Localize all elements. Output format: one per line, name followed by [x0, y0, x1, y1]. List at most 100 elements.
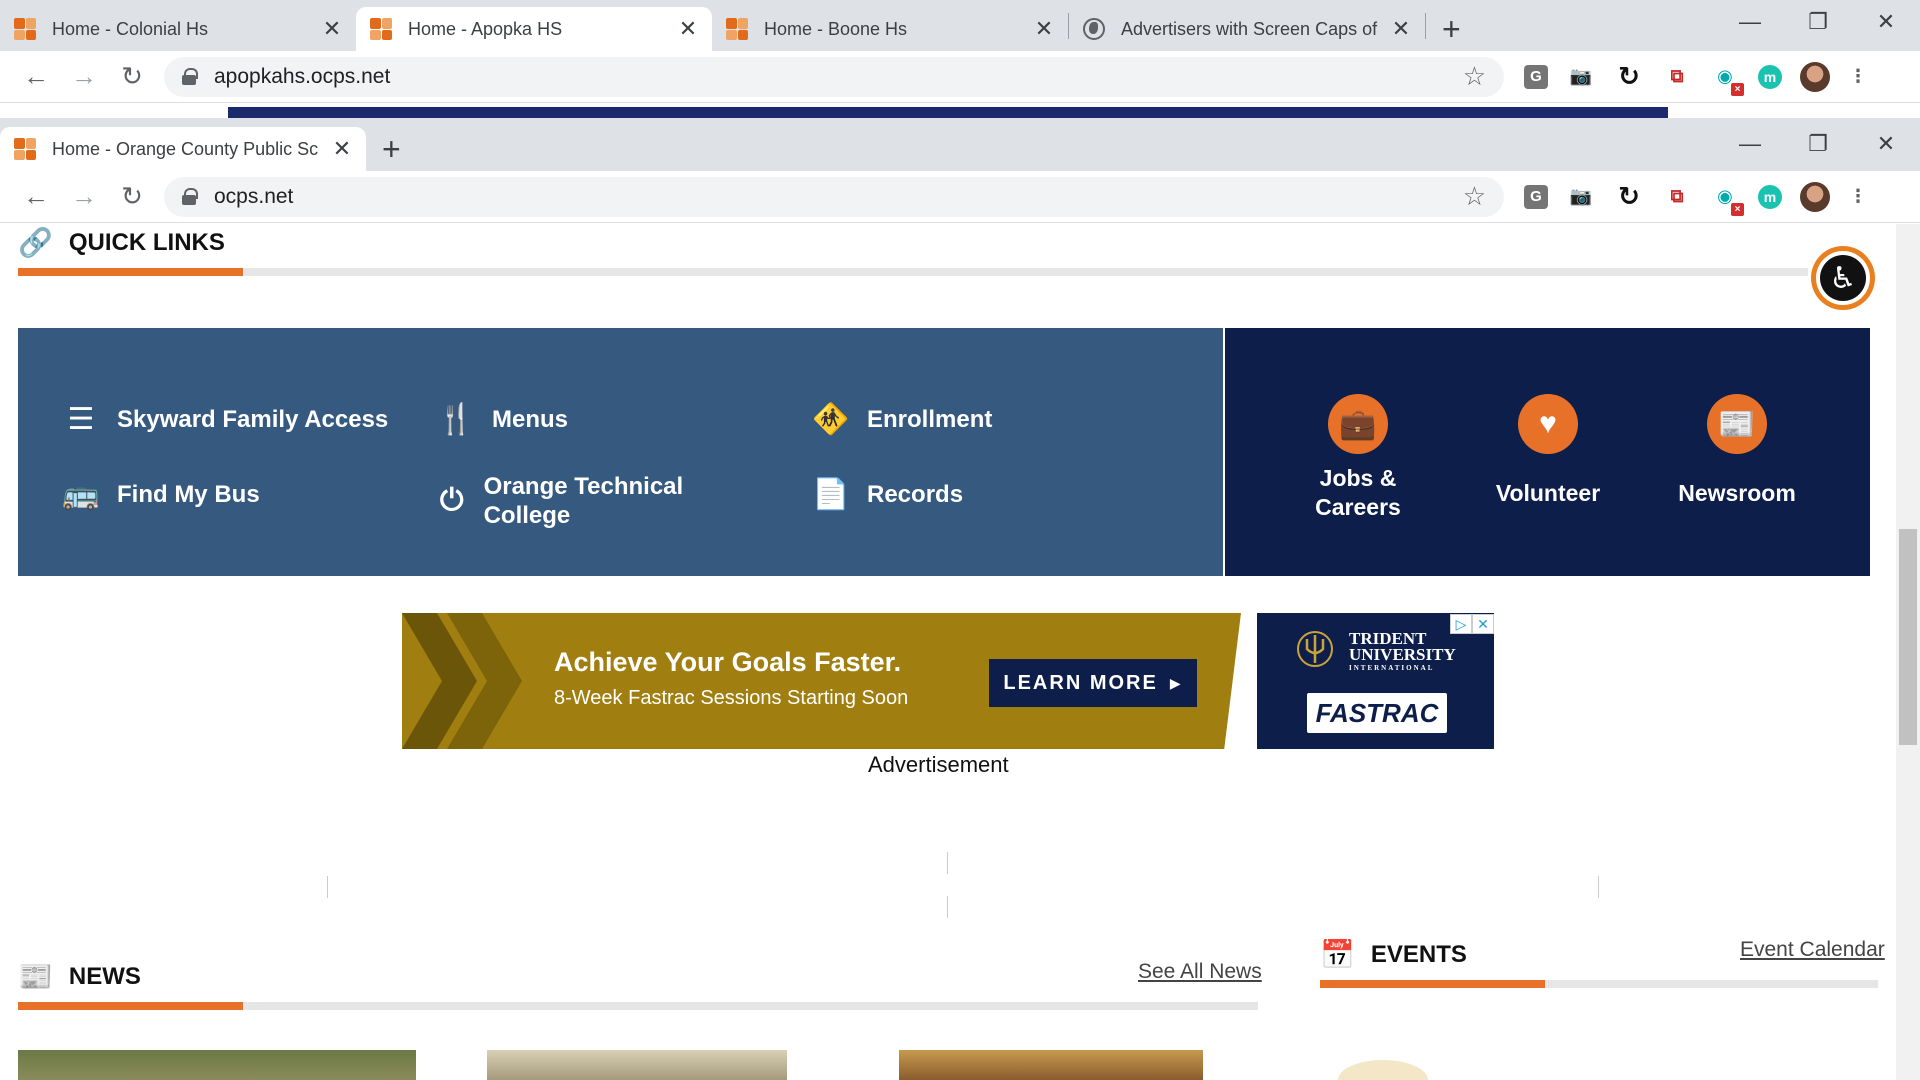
quick-link-menus[interactable]: 🍴 Menus: [437, 402, 568, 437]
menu-kebab-icon[interactable]: ⋮: [1848, 62, 1868, 92]
tab-colonial[interactable]: Home - Colonial Hs ✕: [0, 7, 356, 51]
new-tab-button[interactable]: +: [1426, 7, 1477, 51]
hotspot-ext-icon[interactable]: ◉: [1710, 182, 1744, 216]
page-load-bar: [228, 107, 1668, 118]
featured-label: Volunteer: [1495, 480, 1601, 506]
events-rule: [1320, 980, 1878, 988]
quick-link-label: Skyward Family Access: [117, 405, 389, 433]
close-icon[interactable]: ✕: [1391, 16, 1411, 42]
chevron-graphic: [402, 613, 522, 749]
close-icon[interactable]: ✕: [332, 136, 352, 162]
news-thumbnail[interactable]: [899, 1050, 1203, 1080]
close-window-button[interactable]: ✕: [1852, 122, 1920, 166]
avatar[interactable]: [1800, 61, 1830, 92]
featured-links-panel: 💼 Jobs & Careers ♥ Volunteer 📰 Newsroom: [1225, 328, 1870, 576]
hotspot-ext-icon[interactable]: ◉: [1710, 62, 1744, 96]
pdf-ext-icon[interactable]: ⧉: [1662, 182, 1692, 212]
tab-title: Home - Boone Hs: [764, 18, 908, 39]
address-bar[interactable]: apopkahs.ocps.net ☆: [164, 56, 1504, 97]
reload-button[interactable]: ↻: [108, 173, 156, 221]
featured-volunteer[interactable]: ♥ Volunteer: [1468, 394, 1628, 507]
minimize-button[interactable]: —: [1716, 0, 1784, 44]
adchoices-icon[interactable]: ▷: [1450, 614, 1472, 634]
close-icon[interactable]: ✕: [322, 16, 342, 42]
divider: [1598, 876, 1599, 898]
caret-right-icon: ▶: [1169, 674, 1183, 691]
reload-button[interactable]: ↻: [108, 53, 156, 101]
m-ext-icon[interactable]: m: [1758, 64, 1782, 89]
avatar[interactable]: [1800, 181, 1830, 212]
new-tab-button[interactable]: +: [366, 127, 417, 171]
close-icon[interactable]: ✕: [1034, 16, 1054, 42]
ocps-favicon: [370, 18, 392, 40]
see-all-news-link[interactable]: See All News: [1138, 960, 1262, 984]
heart-icon: ♥: [1518, 394, 1578, 454]
rule-highlight: [18, 1002, 243, 1010]
newspaper-icon: 📰: [1707, 394, 1767, 454]
browser-window-1: Home - Colonial Hs ✕ Home - Apopka HS ✕ …: [0, 0, 1920, 103]
url-text: apopkahs.ocps.net: [214, 64, 391, 88]
featured-newsroom[interactable]: 📰 Newsroom: [1657, 394, 1817, 507]
window-controls: — ❐ ✕: [1716, 0, 1920, 44]
camera-ext-icon[interactable]: 📷: [1566, 182, 1596, 212]
tab-advertisers[interactable]: Advertisers with Screen Caps of t ✕: [1069, 7, 1425, 51]
pdf-ext-icon[interactable]: ⧉: [1662, 62, 1692, 92]
quick-link-skyward[interactable]: ☰ Skyward Family Access: [63, 402, 389, 437]
quick-link-orange-technical-college[interactable]: ⏻ Orange Technical College: [438, 472, 708, 530]
google-ext-icon[interactable]: G: [1524, 64, 1548, 89]
tab-ocps[interactable]: Home - Orange County Public Sc ✕: [0, 127, 366, 171]
quick-link-enrollment[interactable]: 🚸 Enrollment: [812, 402, 992, 437]
tab-apopka[interactable]: Home - Apopka HS ✕: [356, 7, 712, 51]
quick-link-label: Find My Bus: [117, 480, 260, 508]
link-chain-icon: 🔗: [18, 227, 53, 258]
rule-highlight: [18, 268, 243, 276]
divider: [947, 896, 948, 918]
news-title: NEWS: [68, 962, 141, 990]
divider: [327, 876, 328, 898]
quick-link-find-my-bus[interactable]: 🚌 Find My Bus: [62, 477, 260, 512]
menu-kebab-icon[interactable]: ⋮: [1848, 182, 1868, 212]
quick-links-panel: ☰ Skyward Family Access 🍴 Menus 🚸 Enroll…: [18, 328, 1223, 576]
forward-button[interactable]: →: [60, 53, 108, 101]
sync-ext-icon[interactable]: ↻: [1614, 61, 1644, 92]
camera-ext-icon[interactable]: 📷: [1566, 62, 1596, 92]
minimize-button[interactable]: —: [1716, 122, 1784, 166]
close-icon[interactable]: ✕: [678, 16, 698, 42]
bus-icon: 🚌: [62, 478, 100, 511]
star-icon[interactable]: ☆: [1463, 181, 1486, 212]
page-scrollbar[interactable]: [1896, 224, 1920, 1080]
news-thumbnail[interactable]: [18, 1050, 416, 1080]
news-thumbnail[interactable]: [487, 1050, 787, 1080]
quick-links-rule: [18, 268, 1808, 276]
address-bar[interactable]: ocps.net ☆: [164, 176, 1504, 217]
newspaper-icon: 📰: [18, 961, 53, 992]
restore-button[interactable]: ❐: [1784, 0, 1852, 44]
ad-learn-more-button[interactable]: LEARN MORE ▶: [989, 659, 1197, 707]
sync-ext-icon[interactable]: ↻: [1614, 181, 1644, 212]
back-button[interactable]: ←: [12, 173, 60, 221]
restore-button[interactable]: ❐: [1784, 122, 1852, 166]
m-ext-icon[interactable]: m: [1758, 184, 1782, 209]
google-ext-icon[interactable]: G: [1524, 184, 1548, 209]
document-icon: 📄: [812, 478, 850, 511]
ad-close-icon[interactable]: ✕: [1472, 614, 1494, 634]
tab-boone[interactable]: Home - Boone Hs ✕: [712, 7, 1068, 51]
event-calendar-link[interactable]: Event Calendar: [1740, 938, 1885, 962]
list-icon: ☰: [67, 403, 95, 436]
scrollbar-thumb[interactable]: [1899, 529, 1917, 745]
accessibility-button[interactable]: ♿: [1811, 246, 1875, 310]
ocps-favicon: [14, 138, 36, 160]
forward-button[interactable]: →: [60, 173, 108, 221]
events-heading: 📅 EVENTS: [1320, 938, 1467, 971]
close-window-button[interactable]: ✕: [1852, 0, 1920, 44]
rule-highlight: [1320, 980, 1545, 988]
back-button[interactable]: ←: [12, 53, 60, 101]
quick-link-label: Orange Technical College: [483, 473, 684, 529]
quick-link-records[interactable]: 📄 Records: [812, 477, 963, 512]
ad-banner[interactable]: Achieve Your Goals Faster. 8-Week Fastra…: [402, 613, 1241, 749]
ad-brand-line2: UNIVERSITY: [1349, 645, 1456, 664]
power-icon: ⏻: [439, 484, 464, 517]
star-icon[interactable]: ☆: [1463, 61, 1486, 92]
featured-jobs-careers[interactable]: 💼 Jobs & Careers: [1278, 394, 1438, 522]
events-title: EVENTS: [1370, 940, 1467, 968]
